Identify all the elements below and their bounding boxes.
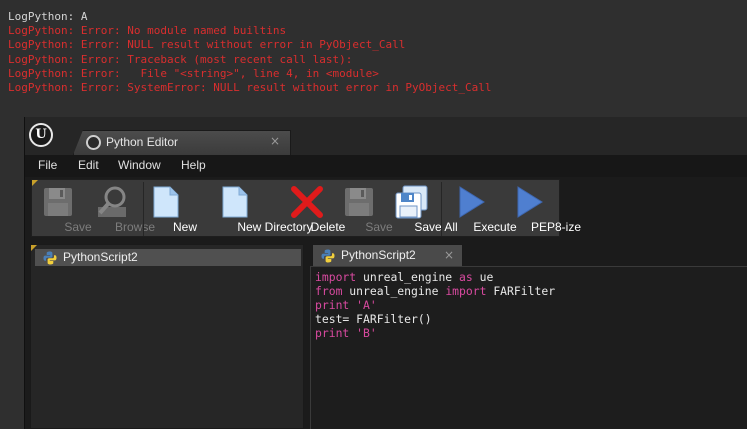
browse-button[interactable]: Browse [87,180,155,238]
code-text: test= FARFilter() [315,312,432,326]
code-keyword: import [445,284,487,298]
scripts-panel: PythonScript2 [30,244,304,429]
python-icon [43,251,57,265]
toolbar-separator [143,182,144,236]
save-all-icon [395,185,428,219]
python-editor-window: U Python Editor × File Edit Window Help … [24,117,747,429]
toolbar-separator [441,182,442,236]
magnifier-icon [98,186,126,217]
new-button[interactable]: New [147,180,197,238]
execute-button[interactable]: Execute [445,180,517,238]
code-keyword: print [315,326,350,340]
play-icon [517,186,543,218]
log-error-line: LogPython: Error: SystemError: NULL resu… [8,80,492,94]
output-log: LogPython: A LogPython: Error: No module … [0,0,747,105]
code-text: unreal_engine [356,270,460,284]
new-directory-icon [222,186,248,218]
code-keyword: as [459,270,473,284]
script-item-label: PythonScript2 [63,250,138,264]
python-icon [321,249,335,263]
code-line: import unreal_engine as ue [315,270,747,284]
pep8-ize-button[interactable]: PEP8-ize [500,180,581,238]
save-all-button[interactable]: Save All [386,180,458,238]
log-error-line: LogPython: Error: Traceback (most recent… [8,52,353,66]
script-tab-label: PythonScript2 [341,248,416,262]
script-tab-close-icon[interactable]: × [444,248,454,262]
code-line: print 'B' [315,326,747,340]
code-keyword: print [315,298,350,312]
code-text: FARFilter [486,284,556,298]
play-icon [459,186,485,218]
editor-window-tab[interactable]: Python Editor × [73,130,291,155]
code-editor[interactable]: import unreal_engine as ue from unreal_en… [310,266,747,429]
title-bar: U Python Editor × [25,117,747,155]
menu-file[interactable]: File [38,158,57,172]
code-line: test= FARFilter() [315,312,747,326]
code-keyword: import [315,270,357,284]
delete-button[interactable]: Delete [284,180,345,238]
script-list-item[interactable]: PythonScript2 [35,249,301,266]
log-error-line: LogPython: Error: NULL result without er… [8,38,406,52]
log-error-line: LogPython: Error: No module named builti… [8,24,287,38]
new-directory-button[interactable]: New Directory [195,180,313,238]
script-tab[interactable]: PythonScript2 × [312,244,463,266]
delete-x-icon [291,186,323,218]
log-error-line: LogPython: Error: File "<string>", line … [8,66,379,80]
code-text: ue [472,270,494,284]
tab-close-icon[interactable]: × [270,134,280,148]
code-string: 'B' [356,326,377,340]
menu-edit[interactable]: Edit [78,158,99,172]
menu-help[interactable]: Help [181,158,206,172]
code-keyword: from [315,284,343,298]
toolbar: Save Browse New New Directory Delete Sav… [31,179,581,238]
code-text: unreal_engine [342,284,446,298]
menu-bar: File Edit Window Help [25,155,747,177]
save-script-button[interactable]: Save [339,180,393,238]
code-line: print 'A' [315,298,747,312]
floppy-disk-icon [345,188,373,216]
tab-title-label: Python Editor [106,135,179,149]
tab-circle-icon [86,135,101,150]
code-line: from unreal_engine import FARFilter [315,284,747,298]
floppy-disk-icon [44,188,72,216]
save-button[interactable]: Save [38,180,92,238]
menu-window[interactable]: Window [118,158,161,172]
log-line: LogPython: A [8,10,88,23]
code-string: 'A' [356,298,377,312]
pep8-ize-label: PEP8-ize [530,220,582,234]
new-file-icon [153,186,179,218]
unreal-logo-icon: U [29,123,53,147]
